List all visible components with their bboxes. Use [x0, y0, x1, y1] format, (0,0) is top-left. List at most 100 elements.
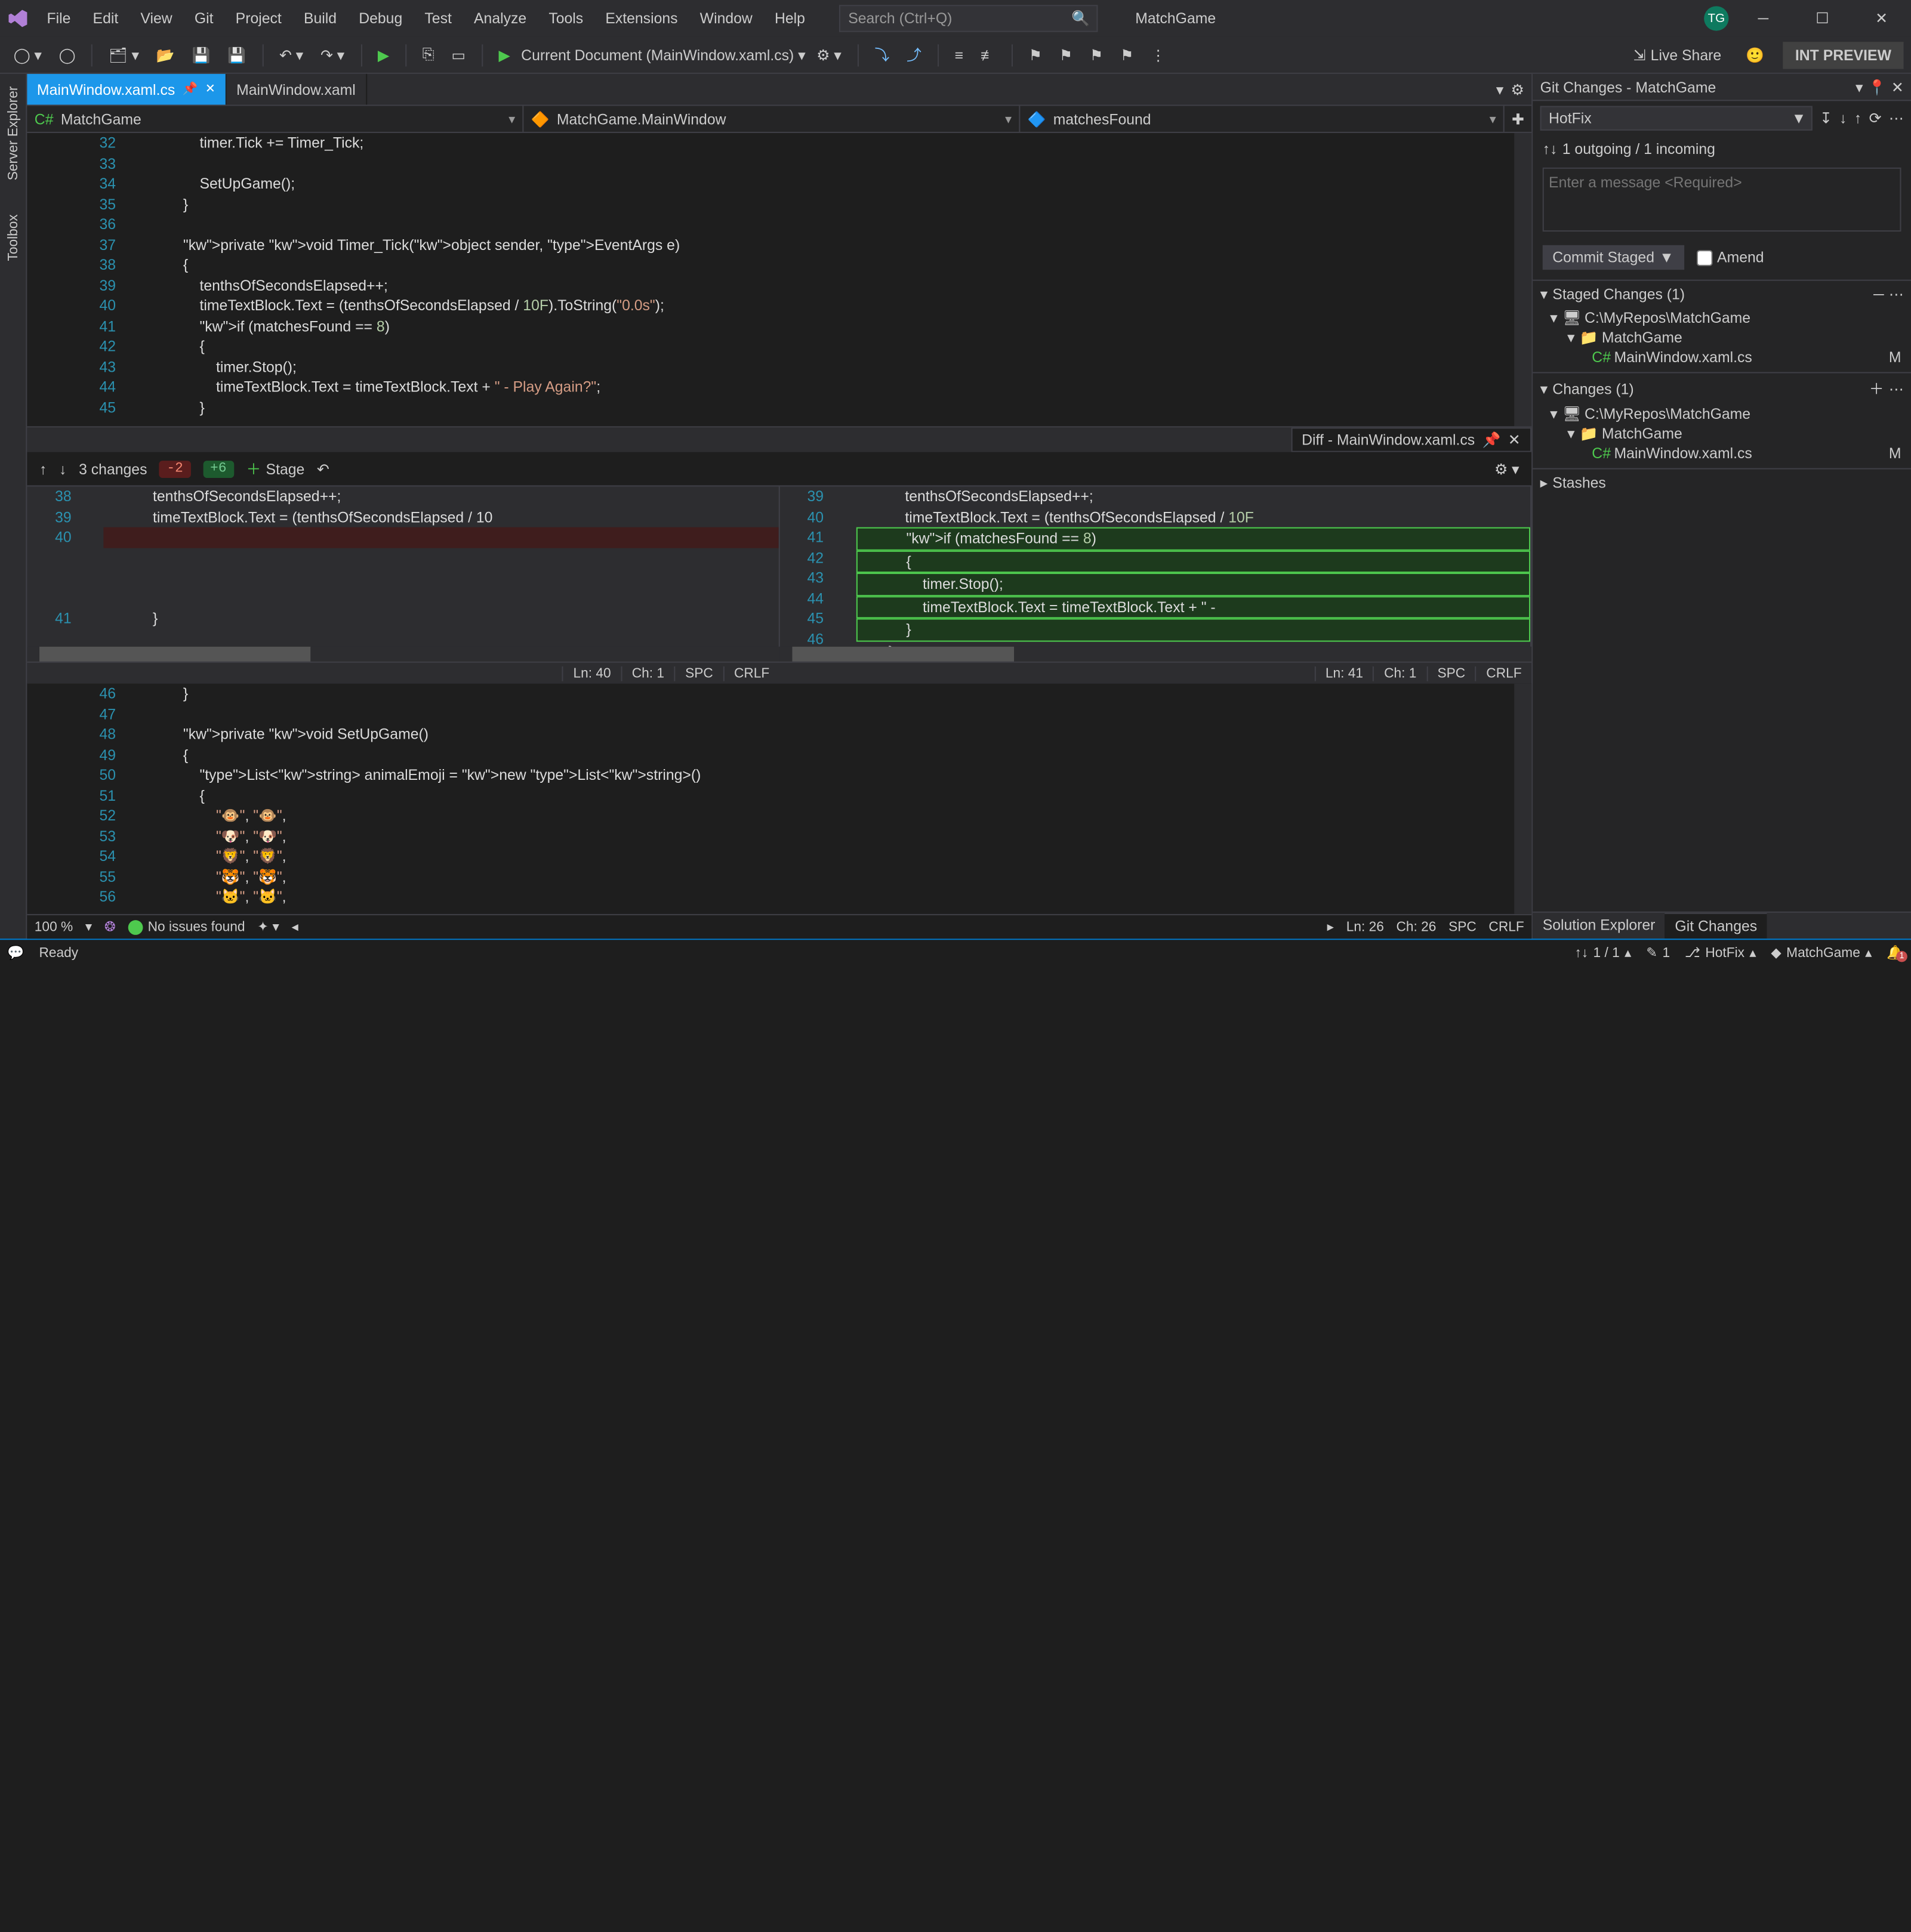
error-nav-icon[interactable]: ✦ ▾ [257, 919, 279, 935]
diff-left-hscroll[interactable] [27, 647, 779, 662]
menu-analyze[interactable]: Analyze [464, 2, 537, 35]
nav-split-icon[interactable]: ✚ [1505, 106, 1531, 132]
health-icon[interactable]: ❂ [104, 919, 116, 935]
staged-section-header[interactable]: ▾Staged Changes (1) ─ ⋯ [1533, 281, 1911, 308]
close-icon[interactable]: ✕ [205, 82, 215, 96]
pull-icon[interactable]: ↓ [1839, 110, 1847, 127]
push-icon[interactable]: ↑ [1854, 110, 1861, 127]
outgoing-incoming-link[interactable]: ↑↓ 1 outgoing / 1 incoming [1533, 135, 1911, 162]
no-issues-indicator[interactable]: No issues found [128, 919, 245, 934]
menu-git[interactable]: Git [184, 2, 223, 35]
menu-edit[interactable]: Edit [83, 2, 128, 35]
pin-icon[interactable]: 📌 [183, 82, 198, 96]
diff-right-pane[interactable]: 3940414243444546 tenthsOfSecondsElapsed+… [779, 486, 1531, 646]
back-nav-icon[interactable]: ◯ ▾ [7, 42, 48, 67]
bookmark-prev-icon[interactable]: ⚑ [1053, 42, 1078, 67]
code-content[interactable]: timer.Tick += Timer_Tick; SetUpGame(); }… [138, 133, 1531, 418]
menu-build[interactable]: Build [294, 2, 346, 35]
menu-extensions[interactable]: Extensions [596, 2, 688, 35]
sync-icon[interactable]: ⟳ [1869, 110, 1882, 127]
menu-tools[interactable]: Tools [539, 2, 593, 35]
uncomment-icon[interactable]: ≢ [975, 42, 1001, 67]
repo-node[interactable]: ▾🖥C:\MyRepos\MatchGame [1550, 308, 1911, 328]
menu-window[interactable]: Window [690, 2, 762, 35]
section-more-icon[interactable]: ⋯ [1889, 380, 1904, 397]
diff-left-pane[interactable]: 383940 41 tenthsOfSecondsElapsed++; time… [27, 486, 779, 646]
repo-node[interactable]: ▾🖥C:\MyRepos\MatchGame [1550, 404, 1911, 424]
new-project-icon[interactable]: 🗂 ▾ [103, 42, 145, 67]
debug-target-icon[interactable]: ▭ [445, 42, 471, 67]
output-icon[interactable]: 💬 [7, 945, 24, 961]
stashes-section-header[interactable]: ▸Stashes [1533, 470, 1911, 496]
project-node[interactable]: ▾📁MatchGame [1550, 328, 1911, 347]
stage-button[interactable]: ＋Stage [246, 458, 304, 479]
toolbar-overflow-icon[interactable]: ⋮ [1145, 42, 1172, 67]
doc-settings-icon[interactable]: ⚙ ▾ [810, 42, 847, 67]
undo-icon[interactable]: ↶ ▾ [273, 42, 310, 67]
pending-edits[interactable]: ✎ 1 [1646, 945, 1670, 961]
attach-icon[interactable]: ⎘ [416, 42, 440, 67]
branch-status[interactable]: ⎇ HotFix ▴ [1685, 945, 1756, 961]
diff-tab[interactable]: Diff - MainWindow.xaml.cs 📌 ✕ [1291, 427, 1532, 452]
menu-file[interactable]: File [37, 2, 81, 35]
code-editor-top[interactable]: 3233343536373839404142434445 timer.Tick … [27, 133, 1531, 426]
file-node[interactable]: C#MainWindow.xaml.csM [1550, 347, 1911, 367]
live-share-button[interactable]: ⇲ Live Share [1627, 42, 1727, 67]
open-icon[interactable]: 📂 [150, 42, 181, 67]
toolbox-tab[interactable]: Toolbox [5, 210, 20, 267]
minimize-button[interactable]: ─ [1739, 0, 1788, 37]
pin-icon[interactable]: 📌 [1482, 431, 1501, 449]
search-box[interactable]: Search (Ctrl+Q) 🔍 [840, 5, 1099, 32]
menu-test[interactable]: Test [415, 2, 461, 35]
bookmark-icon[interactable]: ⚑ [1022, 42, 1048, 67]
fetch-icon[interactable]: ↧ [1820, 110, 1832, 127]
nav-project-dropdown[interactable]: C# MatchGame ▼ [27, 106, 523, 132]
stage-all-icon[interactable]: ＋ [1869, 378, 1884, 399]
tab-mainwindow-cs[interactable]: MainWindow.xaml.cs 📌 ✕ [27, 74, 226, 105]
panel-pin-icon[interactable]: 📍 [1868, 78, 1887, 95]
menu-debug[interactable]: Debug [349, 2, 412, 35]
tab-mainwindow-xaml[interactable]: MainWindow.xaml [227, 74, 367, 105]
menu-help[interactable]: Help [765, 2, 815, 35]
panel-dropdown-icon[interactable]: ▾ [1855, 78, 1863, 95]
comment-icon[interactable]: ≡ [948, 42, 969, 67]
commit-message-input[interactable] [1543, 168, 1901, 232]
tab-dropdown-icon[interactable]: ▾ [1496, 81, 1503, 98]
zoom-level[interactable]: 100 % [35, 919, 73, 934]
server-explorer-tab[interactable]: Server Explorer [5, 81, 20, 185]
panel-close-icon[interactable]: ✕ [1891, 78, 1904, 95]
commit-staged-button[interactable]: Commit Staged ▼ [1543, 245, 1684, 270]
user-avatar[interactable]: TG [1704, 6, 1728, 30]
forward-nav-icon[interactable]: ◯ [53, 42, 81, 67]
diff-settings-icon[interactable]: ⚙ ▾ [1494, 460, 1519, 477]
file-node[interactable]: C#MainWindow.xaml.csM [1550, 443, 1911, 463]
step-into-icon[interactable]: ⤴ [901, 41, 927, 69]
bookmark-clear-icon[interactable]: ⚑ [1114, 42, 1140, 67]
prev-change-icon[interactable]: ↑ [39, 460, 47, 477]
git-more-icon[interactable]: ⋯ [1889, 110, 1904, 127]
close-button[interactable]: ✕ [1857, 0, 1906, 37]
diff-right-hscroll[interactable] [779, 647, 1531, 662]
code-content[interactable]: } "kw">private "kw">void SetUpGame() { "… [138, 684, 1531, 908]
branch-selector[interactable]: HotFix▼ [1540, 106, 1813, 131]
save-icon[interactable]: 💾 [186, 42, 217, 67]
bookmark-next-icon[interactable]: ⚑ [1084, 42, 1109, 67]
unstage-all-icon[interactable]: ─ [1873, 286, 1884, 303]
solution-explorer-tab[interactable]: Solution Explorer [1533, 913, 1665, 939]
tab-settings-icon[interactable]: ⚙ [1511, 81, 1524, 98]
run-current-doc-button[interactable]: ▶ [492, 42, 516, 67]
repo-status[interactable]: ◆ MatchGame ▴ [1771, 945, 1872, 961]
section-more-icon[interactable]: ⋯ [1889, 286, 1904, 303]
revert-icon[interactable]: ↶ [317, 460, 329, 477]
menu-project[interactable]: Project [226, 2, 291, 35]
menu-view[interactable]: View [131, 2, 182, 35]
step-over-icon[interactable]: ⤵ [868, 41, 895, 69]
sync-status[interactable]: ↑↓ 1 / 1 ▴ [1575, 945, 1632, 961]
maximize-button[interactable]: ☐ [1798, 0, 1847, 37]
feedback-icon[interactable]: 🙂 [1740, 42, 1771, 67]
vertical-scrollbar[interactable] [1514, 684, 1531, 914]
notifications-icon[interactable]: 🔔1 [1887, 945, 1903, 961]
code-editor-bottom[interactable]: 4647484950515253545556 } "kw">private "k… [27, 684, 1531, 914]
int-preview-badge[interactable]: INT PREVIEW [1783, 41, 1903, 68]
nav-class-dropdown[interactable]: 🔶 MatchGame.MainWindow ▼ [523, 106, 1020, 132]
